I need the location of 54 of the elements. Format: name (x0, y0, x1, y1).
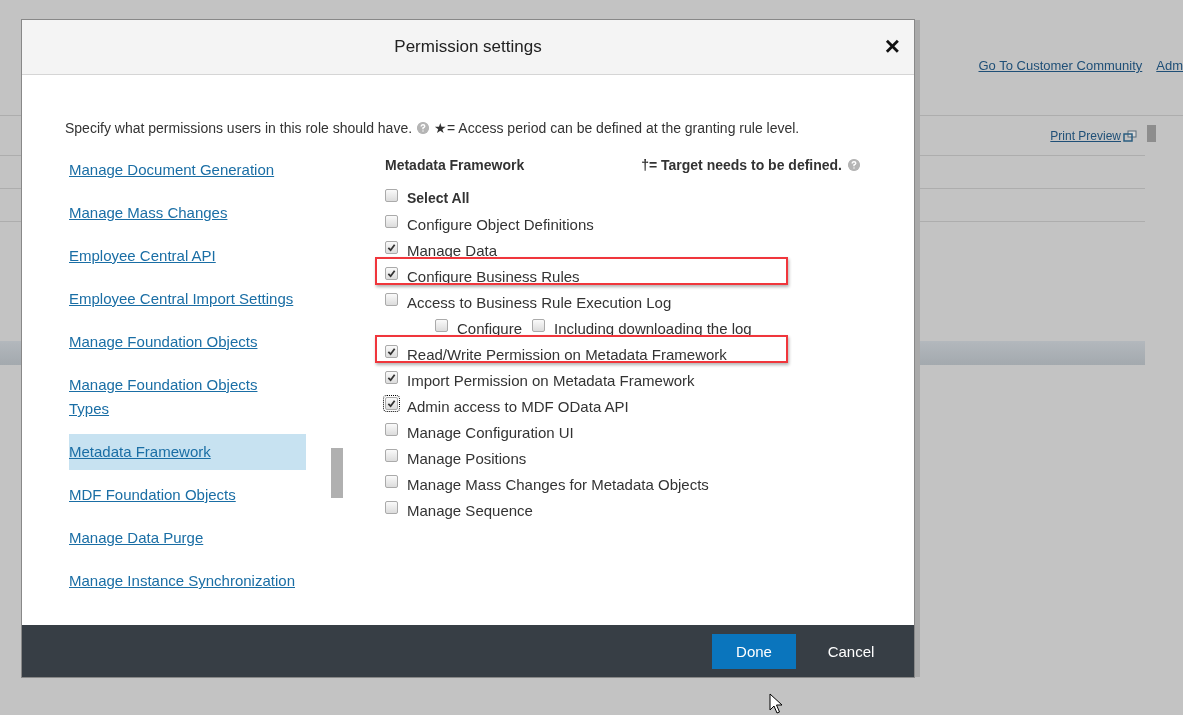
checkbox[interactable] (385, 396, 398, 410)
permission-label: Configure (457, 319, 523, 337)
close-button[interactable]: × (882, 34, 902, 58)
header-link[interactable]: Go To Customer Community (978, 58, 1143, 73)
header-link[interactable]: Adm (1156, 58, 1183, 73)
permission-label: Manage Sequence (407, 501, 533, 519)
checkbox[interactable] (385, 266, 398, 280)
cancel-button[interactable]: Cancel (796, 633, 906, 669)
category-link[interactable]: Manage Mass Changes (69, 195, 228, 231)
checkbox[interactable] (385, 500, 398, 514)
checkbox[interactable] (385, 188, 398, 202)
permission-label: Manage Mass Changes for Metadata Objects (407, 475, 709, 493)
access-period-note: ★= Access period can be defined at the granting rule level. (434, 120, 800, 136)
popout-icon (1123, 129, 1137, 142)
checkbox[interactable] (385, 422, 398, 436)
checkbox[interactable] (385, 474, 398, 488)
category-link[interactable]: Employee Central Import Settings (69, 281, 294, 317)
permission-label: Manage Configuration UI (407, 423, 574, 441)
permission-label: Import Permission on Metadata Framework (407, 371, 695, 389)
category-link[interactable]: Manage Data Purge (69, 520, 204, 556)
permission-label: Access to Business Rule Execution Log (407, 293, 672, 311)
category-link[interactable]: Metadata Framework (69, 434, 306, 470)
checkbox[interactable] (435, 318, 448, 332)
checkbox[interactable] (385, 448, 398, 462)
category-link[interactable]: Manage Foundation Objects Types (69, 367, 274, 427)
permission-label: Read/Write Permission on Metadata Framework (407, 345, 727, 363)
permission-label: Configure Business Rules (407, 267, 580, 285)
target-note: †= Target needs to be defined. (641, 157, 842, 173)
category-link[interactable]: Manage Instance Synchronization (69, 563, 295, 599)
category-link[interactable]: Manage Foundation Objects (69, 324, 258, 360)
permission-label: Configure Object Definitions (407, 215, 594, 233)
done-button[interactable]: Done (712, 633, 796, 669)
checkbox[interactable] (385, 240, 398, 254)
checkbox[interactable] (385, 214, 398, 228)
checkbox[interactable] (532, 318, 546, 332)
checkbox[interactable] (385, 344, 398, 358)
permission-label: Manage Data (407, 241, 498, 259)
checkbox[interactable] (385, 292, 398, 306)
help-icon[interactable] (848, 159, 860, 171)
category-link[interactable]: Manage Document Generation (69, 152, 275, 188)
category-link[interactable]: MDF Foundation Objects (69, 477, 236, 513)
scrollbar-thumb[interactable] (331, 448, 343, 498)
print-preview-link[interactable]: Print Preview (1050, 128, 1121, 143)
permission-label: Select All (407, 190, 470, 206)
category-link[interactable]: Employee Central API (69, 238, 216, 274)
checkbox[interactable] (385, 370, 398, 384)
scrollbar-thumb[interactable] (1147, 125, 1156, 142)
permission-label: Admin access to MDF OData API (407, 397, 629, 415)
section-title: Metadata Framework (385, 157, 525, 173)
help-icon[interactable] (417, 122, 430, 134)
dialog-title: Permission settings (394, 37, 542, 57)
instruction-text: Specify what permissions users in this role should have. (65, 120, 413, 136)
permission-label: Manage Positions (407, 449, 527, 467)
mouse-cursor-icon (769, 693, 783, 714)
